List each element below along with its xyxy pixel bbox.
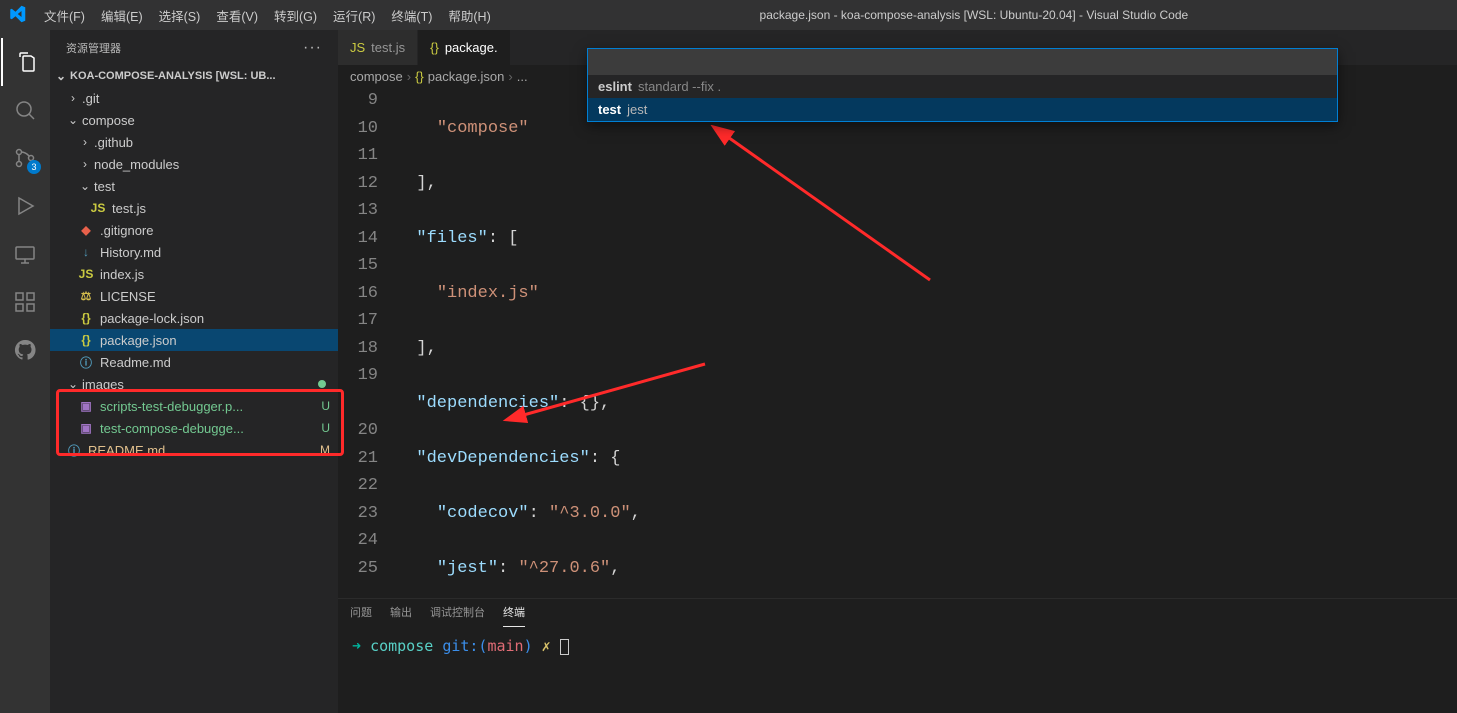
activity-remote-icon[interactable] — [1, 230, 49, 278]
chevron-down-icon: ⌄ — [66, 377, 80, 391]
editor-content[interactable]: "compose" ], "files": [ "index.js" ], "d… — [396, 87, 1457, 598]
git-file-icon: ◆ — [78, 222, 94, 238]
window-title: package.json - koa-compose-analysis [WSL… — [499, 8, 1449, 22]
image-file-icon: ▣ — [78, 420, 94, 436]
main-menu: 文件(F) 编辑(E) 选择(S) 查看(V) 转到(G) 运行(R) 终端(T… — [36, 6, 499, 25]
markdown-file-icon: ↓ — [78, 244, 94, 260]
chevron-down-icon: ⌄ — [54, 69, 68, 83]
tree-file-image-1[interactable]: ▣scripts-test-debugger.p...U — [50, 395, 338, 417]
menu-help[interactable]: 帮助(H) — [440, 6, 498, 25]
menu-terminal[interactable]: 终端(T) — [383, 6, 440, 25]
tree-file-package-json[interactable]: {}package.json — [50, 329, 338, 351]
info-file-icon: ⓘ — [66, 442, 82, 458]
quick-pick-item-eslint[interactable]: eslint standard --fix . — [588, 75, 1337, 98]
info-file-icon: ⓘ — [78, 354, 94, 370]
terminal-panel: 问题 输出 调试控制台 终端 ➜ compose git:(main) ✗ — [338, 598, 1457, 713]
menu-view[interactable]: 查看(V) — [208, 6, 266, 25]
activity-github-icon[interactable] — [1, 326, 49, 374]
menu-run[interactable]: 运行(R) — [325, 6, 383, 25]
menu-select[interactable]: 选择(S) — [151, 6, 209, 25]
chevron-right-icon: › — [508, 69, 512, 84]
terminal-content[interactable]: ➜ compose git:(main) ✗ — [338, 631, 1457, 713]
tree-file-image-2[interactable]: ▣test-compose-debugge...U — [50, 417, 338, 439]
tree-file-test-js[interactable]: JStest.js — [50, 197, 338, 219]
tree-folder-compose[interactable]: ⌄compose — [50, 109, 338, 131]
tree-folder-images[interactable]: ⌄images — [50, 373, 338, 395]
breadcrumb-segment[interactable]: ... — [517, 69, 528, 84]
sidebar-more-icon[interactable]: ··· — [303, 39, 322, 57]
json-file-icon: {} — [78, 332, 94, 348]
chevron-right-icon: › — [407, 69, 411, 84]
chevron-down-icon: ⌄ — [78, 179, 92, 193]
sidebar-title: 资源管理器 — [66, 40, 121, 56]
prompt-arrow-icon: ➜ — [352, 637, 361, 655]
image-file-icon: ▣ — [78, 398, 94, 414]
terminal-cursor — [560, 639, 569, 655]
panel-tab-output[interactable]: 输出 — [390, 604, 412, 626]
json-file-icon: {} — [415, 69, 424, 84]
js-file-icon: JS — [78, 266, 94, 282]
chevron-down-icon: ⌄ — [66, 113, 80, 127]
git-modified-dot-icon — [318, 380, 326, 388]
js-file-icon: JS — [90, 200, 106, 216]
tree-folder-test[interactable]: ⌄test — [50, 175, 338, 197]
json-file-icon: {} — [430, 40, 439, 55]
scm-badge: 3 — [27, 160, 41, 174]
explorer-sidebar: 资源管理器 ··· ⌄ KOA-COMPOSE-ANALYSIS [WSL: U… — [50, 30, 338, 713]
menu-edit[interactable]: 编辑(E) — [93, 6, 151, 25]
menu-go[interactable]: 转到(G) — [266, 6, 325, 25]
tree-file-package-lock[interactable]: {}package-lock.json — [50, 307, 338, 329]
activity-extensions-icon[interactable] — [1, 278, 49, 326]
breadcrumb-segment[interactable]: package.json — [428, 69, 505, 84]
menu-file[interactable]: 文件(F) — [36, 6, 93, 25]
tree-folder-node-modules[interactable]: ›node_modules — [50, 153, 338, 175]
js-file-icon: JS — [350, 40, 365, 55]
activity-explorer-icon[interactable] — [1, 38, 49, 86]
quick-pick-item-test[interactable]: test jest — [588, 98, 1337, 121]
git-status-untracked: U — [321, 421, 330, 435]
quick-input-field[interactable] — [588, 49, 1337, 75]
chevron-right-icon: › — [78, 157, 92, 171]
activity-bar: 3 — [0, 30, 50, 713]
vscode-logo-icon — [8, 5, 36, 26]
editor-area: JStest.js {}package. compose › {} packag… — [338, 30, 1457, 713]
chevron-right-icon: › — [66, 91, 80, 105]
tree-file-gitignore[interactable]: ◆.gitignore — [50, 219, 338, 241]
file-tree: ›.git ⌄compose ›.github ›node_modules ⌄t… — [50, 87, 338, 713]
tree-file-license[interactable]: ⚖LICENSE — [50, 285, 338, 307]
tree-file-readme-md[interactable]: ⓘReadme.md — [50, 351, 338, 373]
chevron-right-icon: › — [78, 135, 92, 149]
git-status-untracked: U — [321, 399, 330, 413]
breadcrumb-segment[interactable]: compose — [350, 69, 403, 84]
license-file-icon: ⚖ — [78, 288, 94, 304]
tree-file-history-md[interactable]: ↓History.md — [50, 241, 338, 263]
activity-search-icon[interactable] — [1, 86, 49, 134]
tree-folder-github[interactable]: ›.github — [50, 131, 338, 153]
quick-input-widget: eslint standard --fix . test jest — [587, 48, 1338, 122]
tab-test-js[interactable]: JStest.js — [338, 30, 418, 65]
json-file-icon: {} — [78, 310, 94, 326]
tree-folder-git[interactable]: ›.git — [50, 87, 338, 109]
line-numbers-gutter: 910111213141516171819202122232425 — [338, 87, 396, 598]
activity-scm-icon[interactable]: 3 — [1, 134, 49, 182]
folder-section-header[interactable]: ⌄ KOA-COMPOSE-ANALYSIS [WSL: UB... — [50, 65, 338, 87]
panel-tab-debug-console[interactable]: 调试控制台 — [430, 604, 485, 626]
tab-package-json[interactable]: {}package. — [418, 30, 510, 65]
git-status-modified: M — [320, 443, 330, 457]
tree-file-index-js[interactable]: JSindex.js — [50, 263, 338, 285]
panel-tab-terminal[interactable]: 终端 — [503, 604, 525, 627]
tree-file-readme-root[interactable]: ⓘREADME.mdM — [50, 439, 338, 461]
panel-tab-problems[interactable]: 问题 — [350, 604, 372, 626]
activity-debug-icon[interactable] — [1, 182, 49, 230]
